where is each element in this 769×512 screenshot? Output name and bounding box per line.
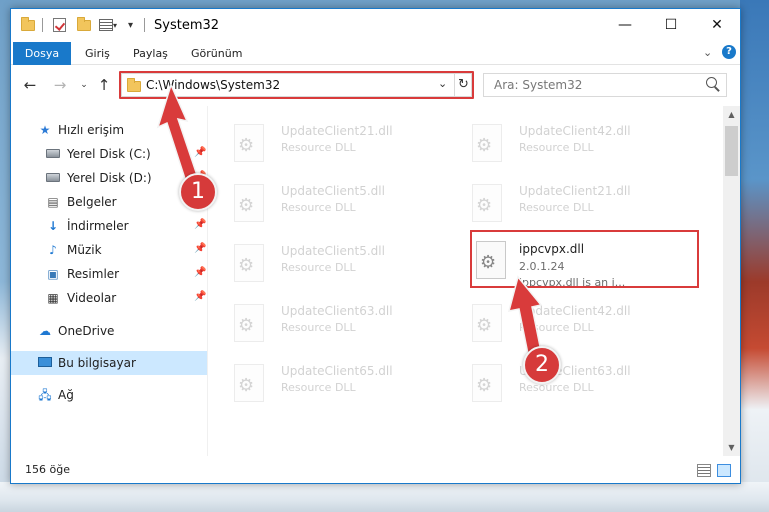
step-badge-2: 2 <box>523 346 561 384</box>
arrow-to-address-bar <box>156 82 200 186</box>
annotation-arrows <box>156 82 544 365</box>
desktop-background <box>740 0 769 512</box>
file-explorer-window: ▾ ▾ System32 — ☐ ✕ Dosya Giriş Paylaş Gö… <box>10 8 741 484</box>
desktop-background-bottom <box>0 482 769 512</box>
step-badge-1: 1 <box>179 173 217 211</box>
